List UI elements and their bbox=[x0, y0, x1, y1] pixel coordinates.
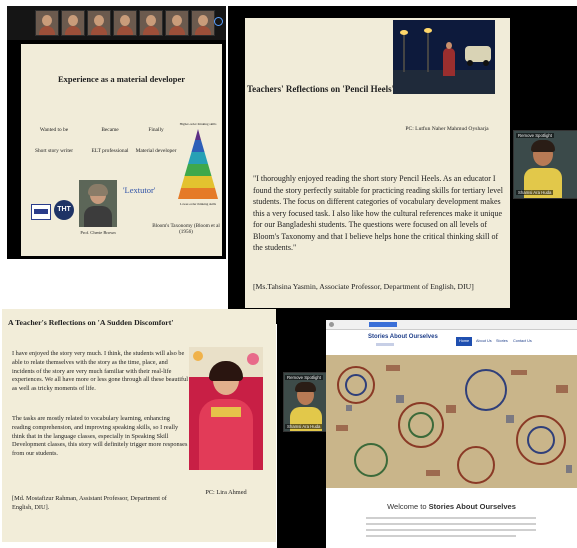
nav-item-home[interactable]: Home bbox=[456, 337, 473, 346]
remove-spotlight-button[interactable]: Remove Spotlight bbox=[285, 375, 323, 380]
column-value: ELT professional bbox=[91, 148, 129, 154]
participant-thumbnail[interactable] bbox=[191, 10, 215, 36]
intro-text-line bbox=[366, 535, 516, 537]
presentation-slide: Experience as a material developer Wante… bbox=[21, 44, 222, 256]
quote-attribution: [Md. Mostafizur Rahman, Assistant Profes… bbox=[12, 495, 167, 511]
participant-thumbnail[interactable] bbox=[165, 10, 189, 36]
speaker-name-label: Shamsi Ara Huda bbox=[285, 424, 323, 429]
intro-text-line bbox=[366, 529, 536, 531]
participant-thumbnail-strip bbox=[7, 6, 226, 40]
tht-logo-icon: THT bbox=[54, 200, 74, 220]
photo-credit: PC: Lira Ahmed bbox=[205, 489, 247, 496]
slide-title: Experience as a material developer bbox=[58, 74, 185, 84]
quote-attribution: [Ms.Tahsina Yasmin, Associate Professor,… bbox=[253, 282, 474, 291]
column-heading: Became bbox=[101, 127, 119, 133]
pyramid-top-label: Higher-order thinking skills bbox=[179, 122, 217, 126]
pyramid-bottom-label: Lower-order thinking skills bbox=[179, 202, 217, 206]
back-arrow-icon[interactable] bbox=[329, 322, 334, 327]
video-call-panel-pencil-heels: Teachers' Reflections on 'Pencil Heels' … bbox=[228, 6, 577, 324]
pyramid-triangle-icon bbox=[178, 129, 218, 199]
remove-spotlight-button[interactable]: Remove Spotlight bbox=[516, 133, 554, 138]
url-text-selected[interactable] bbox=[369, 322, 397, 327]
slide-title: A Teacher's Reflections on 'A Sudden Dis… bbox=[8, 318, 174, 327]
participant-thumbnail[interactable] bbox=[113, 10, 137, 36]
column-heading: Finally bbox=[148, 127, 164, 133]
browser-address-bar[interactable] bbox=[326, 320, 577, 330]
speaker-photo bbox=[189, 347, 263, 470]
site-tagline bbox=[376, 343, 394, 346]
column-heading: Wanted to be bbox=[39, 127, 69, 133]
welcome-site-name: Stories About Ourselves bbox=[428, 502, 516, 511]
nav-item-contact[interactable]: Contact Us bbox=[513, 339, 532, 343]
reflection-paragraph-2: The tasks are mostly related to vocabula… bbox=[12, 415, 188, 458]
welcome-prefix: Welcome to bbox=[387, 502, 429, 511]
photo-credit: PC: Lutfun Naher Mahmud Oysharja bbox=[405, 126, 489, 132]
lextutor-label: 'Lextutor' bbox=[123, 185, 156, 195]
speaker-photo bbox=[79, 180, 117, 227]
next-participants-icon[interactable] bbox=[214, 17, 223, 26]
presentation-slide: Teachers' Reflections on 'Pencil Heels' … bbox=[245, 18, 510, 308]
welcome-heading: Welcome to Stories About Ourselves bbox=[326, 502, 577, 511]
participant-thumbnail[interactable] bbox=[87, 10, 111, 36]
participant-thumbnail[interactable] bbox=[139, 10, 163, 36]
column-value: Material developer bbox=[135, 148, 177, 154]
institution-logo-icon bbox=[31, 204, 51, 220]
intro-text-line bbox=[366, 517, 536, 519]
pyramid-caption: Bloom's Taxonomy (Bloom et al (1956) bbox=[152, 223, 220, 236]
speaker-name-label: Shamsi Ara Huda bbox=[516, 190, 554, 195]
browser-window: Stories About Ourselves Home About Us St… bbox=[326, 320, 577, 548]
story-illustration bbox=[393, 20, 495, 94]
reflection-paragraph-1: I have enjoyed the story very much. I th… bbox=[12, 350, 188, 393]
reflection-quote: "I thoroughly enjoyed reading the short … bbox=[253, 174, 503, 252]
nav-item-stories[interactable]: Stories bbox=[496, 339, 508, 343]
bloom-pyramid-figure: Higher-order thinking skills Lower-order… bbox=[176, 122, 220, 231]
participant-thumbnail[interactable] bbox=[61, 10, 85, 36]
participant-thumbnail[interactable] bbox=[35, 10, 59, 36]
nav-item-about[interactable]: About Us bbox=[476, 339, 492, 343]
photo-caption: Prof. Cherie Brown bbox=[80, 230, 116, 235]
site-header: Stories About Ourselves Home About Us St… bbox=[326, 330, 577, 354]
spotlight-video-tile[interactable]: Remove Spotlight Shamsi Ara Huda bbox=[283, 372, 329, 432]
slide-title: Teachers' Reflections on 'Pencil Heels' bbox=[247, 84, 395, 94]
video-call-panel-material-developer: Experience as a material developer Wante… bbox=[7, 6, 226, 259]
hero-banner-image bbox=[326, 355, 577, 488]
video-call-panel-website: Remove Spotlight Shamsi Ara Huda Stories… bbox=[277, 318, 577, 548]
presentation-slide-sudden-discomfort: A Teacher's Reflections on 'A Sudden Dis… bbox=[2, 309, 276, 542]
spotlight-video-tile[interactable]: Remove Spotlight Shamsi Ara Huda bbox=[513, 130, 577, 199]
column-value: Short story writer bbox=[34, 148, 74, 154]
site-title[interactable]: Stories About Ourselves bbox=[368, 334, 438, 340]
intro-text-line bbox=[366, 523, 536, 525]
